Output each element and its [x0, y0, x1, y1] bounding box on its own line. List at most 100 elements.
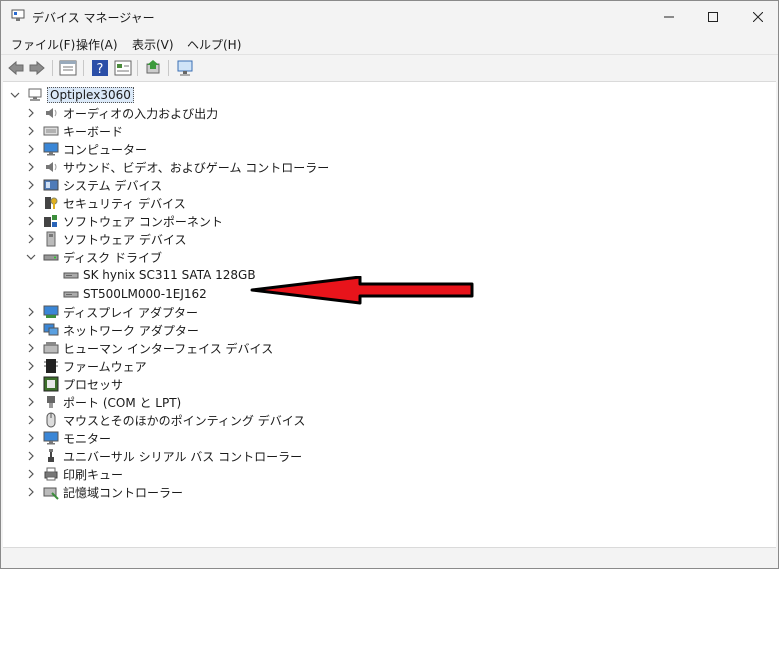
- tree-category-label[interactable]: ソフトウェア デバイス: [63, 231, 186, 248]
- menu-view[interactable]: 表示(V): [132, 36, 174, 53]
- tree-category-label[interactable]: ユニバーサル シリアル バス コントローラー: [63, 448, 302, 465]
- menu-bar: ファイル(F) 操作(A) 表示(V) ヘルプ(H): [1, 32, 778, 54]
- tree-category-label[interactable]: ポート (COM と LPT): [63, 394, 181, 411]
- status-bar: [3, 548, 776, 568]
- chevron-right-icon[interactable]: [25, 215, 37, 227]
- tree-category-label[interactable]: セキュリティ デバイス: [63, 195, 186, 212]
- help-icon[interactable]: ?: [91, 59, 109, 77]
- chevron-right-icon[interactable]: [25, 378, 37, 390]
- network-icon: [43, 323, 59, 336]
- usb-icon: [48, 449, 54, 462]
- tree-category-label[interactable]: ヒューマン インターフェイス デバイス: [63, 340, 273, 357]
- tree-category-label[interactable]: ソフトウェア コンポーネント: [63, 213, 223, 230]
- speaker-icon: [46, 108, 57, 118]
- chevron-right-icon[interactable]: [25, 342, 37, 354]
- chevron-right-icon[interactable]: [25, 432, 37, 444]
- hard-drive-icon: [63, 291, 79, 298]
- hid-icon: [43, 342, 59, 354]
- tree-category-item[interactable]: ソフトウェア コンポーネント: [25, 212, 223, 230]
- chevron-right-icon[interactable]: [25, 107, 37, 119]
- tree-category-label[interactable]: ファームウェア: [63, 358, 147, 375]
- chevron-right-icon[interactable]: [25, 360, 37, 372]
- tree-category-label[interactable]: サウンド、ビデオ、およびゲーム コントローラー: [63, 159, 329, 176]
- device-view-icon[interactable]: [114, 59, 132, 77]
- forward-arrow-icon[interactable]: [28, 59, 46, 77]
- tree-device-label[interactable]: ST500LM000-1EJ162: [83, 287, 207, 301]
- chevron-right-icon[interactable]: [25, 450, 37, 462]
- maximize-button[interactable]: [690, 1, 735, 32]
- security-key-icon: [45, 197, 58, 209]
- tree-category-item[interactable]: 記憶域コントローラー: [25, 483, 183, 501]
- tree-category-item[interactable]: オーディオの入力および出力: [25, 104, 218, 122]
- chevron-right-icon[interactable]: [25, 197, 37, 209]
- tree-category-item[interactable]: コンピューター: [25, 140, 147, 158]
- tree-category-label[interactable]: ディスプレイ アダプター: [63, 304, 198, 321]
- close-button[interactable]: [735, 1, 780, 32]
- tree-category-label[interactable]: プロセッサ: [63, 376, 123, 393]
- tree-category-label[interactable]: マウスとそのほかのポインティング デバイス: [63, 412, 305, 429]
- tree-category-item[interactable]: プロセッサ: [25, 375, 123, 393]
- chevron-right-icon[interactable]: [25, 324, 37, 336]
- chevron-right-icon[interactable]: [25, 306, 37, 318]
- tree-root-label[interactable]: Optiplex3060: [47, 87, 134, 103]
- scan-hardware-icon[interactable]: [176, 59, 194, 77]
- tree-category-item[interactable]: マウスとそのほかのポインティング デバイス: [25, 411, 305, 429]
- tree-category-label[interactable]: ネットワーク アダプター: [63, 322, 199, 339]
- tree-category-label[interactable]: モニター: [63, 430, 111, 447]
- tree-category-item[interactable]: 印刷キュー: [25, 465, 123, 483]
- tree-category-item[interactable]: キーボード: [25, 122, 123, 140]
- chevron-right-icon[interactable]: [25, 414, 37, 426]
- system-device-icon: [43, 179, 59, 191]
- tree-category-label[interactable]: 記憶域コントローラー: [63, 484, 183, 501]
- title-bar: デバイス マネージャー: [1, 1, 778, 32]
- tree-category-item[interactable]: ディスプレイ アダプター: [25, 303, 198, 321]
- chevron-down-icon[interactable]: [9, 89, 21, 101]
- tree-device-item[interactable]: SK hynix SC311 SATA 128GB: [63, 266, 256, 284]
- menu-action[interactable]: 操作(A): [76, 36, 118, 53]
- hard-drive-icon: [63, 272, 79, 279]
- minimize-button[interactable]: [646, 1, 691, 32]
- tree-root-item[interactable]: Optiplex3060: [9, 86, 134, 104]
- tree-category-label[interactable]: コンピューター: [63, 141, 147, 158]
- tree-category-item[interactable]: ソフトウェア デバイス: [25, 230, 186, 248]
- chevron-right-icon[interactable]: [25, 396, 37, 408]
- software-device-icon: [46, 231, 56, 247]
- monitor-icon: [43, 431, 59, 445]
- red-arrow-annotation: [250, 276, 474, 305]
- tree-category-item[interactable]: ポート (COM と LPT): [25, 393, 181, 411]
- tree-category-item[interactable]: サウンド、ビデオ、およびゲーム コントローラー: [25, 158, 329, 176]
- chevron-right-icon[interactable]: [25, 143, 37, 155]
- tree-category-label[interactable]: キーボード: [63, 123, 123, 140]
- chevron-right-icon[interactable]: [25, 468, 37, 480]
- chevron-right-icon[interactable]: [25, 125, 37, 137]
- tree-category-item[interactable]: ユニバーサル シリアル バス コントローラー: [25, 447, 302, 465]
- tree-category-label[interactable]: ディスク ドライブ: [63, 249, 162, 266]
- tree-device-label[interactable]: SK hynix SC311 SATA 128GB: [83, 268, 256, 282]
- tree-category-item[interactable]: セキュリティ デバイス: [25, 194, 186, 212]
- tree-category-item[interactable]: システム デバイス: [25, 176, 162, 194]
- tree-category-item[interactable]: ネットワーク アダプター: [25, 321, 199, 339]
- software-component-icon: [44, 215, 57, 227]
- tree-category-item[interactable]: ファームウェア: [25, 357, 147, 375]
- chevron-right-icon[interactable]: [25, 161, 37, 173]
- update-driver-icon[interactable]: [145, 59, 163, 77]
- tree-category-label[interactable]: システム デバイス: [63, 177, 162, 194]
- chevron-right-icon[interactable]: [25, 233, 37, 245]
- chevron-down-icon[interactable]: [25, 251, 37, 263]
- menu-file[interactable]: ファイル(F): [11, 36, 75, 53]
- svg-text:?: ?: [97, 62, 104, 77]
- chevron-right-icon[interactable]: [25, 179, 37, 191]
- menu-help[interactable]: ヘルプ(H): [187, 36, 241, 53]
- tree-device-item[interactable]: ST500LM000-1EJ162: [63, 285, 207, 303]
- monitor-icon: [43, 142, 59, 156]
- tree-category-label[interactable]: オーディオの入力および出力: [63, 105, 218, 122]
- properties-panel-icon[interactable]: [59, 59, 77, 77]
- tree-category-label[interactable]: 印刷キュー: [63, 466, 123, 483]
- tree-category-item[interactable]: モニター: [25, 429, 111, 447]
- back-arrow-icon[interactable]: [7, 59, 25, 77]
- tree-category-item[interactable]: ディスク ドライブ: [25, 248, 162, 266]
- chevron-right-icon[interactable]: [25, 486, 37, 498]
- device-manager-app-icon: [11, 9, 25, 21]
- tree-category-item[interactable]: ヒューマン インターフェイス デバイス: [25, 339, 273, 357]
- toolbar: ?: [1, 54, 778, 81]
